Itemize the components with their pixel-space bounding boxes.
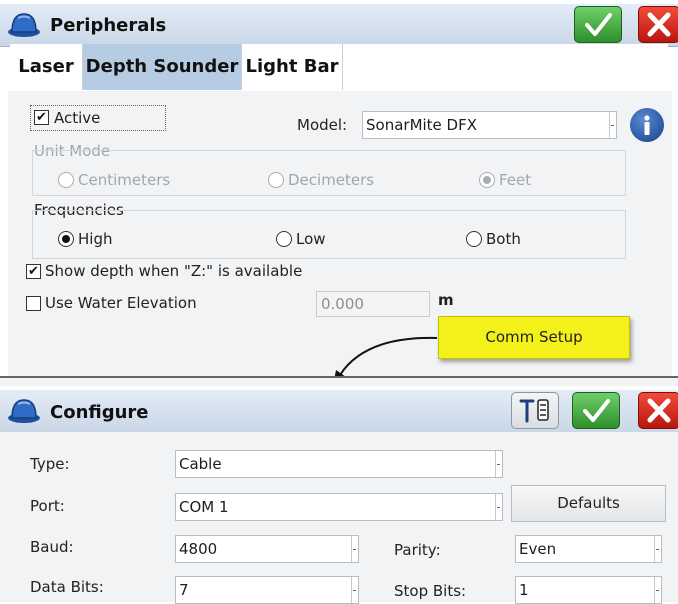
data-bits-select[interactable]: 7 — [175, 576, 359, 604]
type-label: Type: — [30, 455, 70, 473]
water-elevation-label: Use Water Elevation — [45, 294, 197, 312]
parity-label: Parity: — [394, 541, 441, 559]
type-select[interactable]: Cable — [175, 450, 503, 478]
info-button[interactable] — [630, 108, 664, 142]
baud-value: 4800 — [179, 540, 218, 558]
chevron-down-icon — [495, 494, 502, 520]
stop-bits-label: Stop Bits: — [394, 582, 467, 600]
port-value: COM 1 — [179, 498, 229, 516]
water-elevation-input[interactable]: 0.000 — [316, 291, 430, 317]
configure-close-button[interactable] — [638, 392, 678, 429]
type-value: Cable — [179, 455, 222, 473]
data-bits-label: Data Bits: — [30, 578, 104, 596]
configure-title: Configure — [50, 402, 149, 423]
model-value: SonarMite DFX — [366, 116, 478, 134]
close-button[interactable] — [638, 6, 678, 43]
baud-select[interactable]: 4800 — [175, 535, 359, 563]
close-icon — [647, 398, 671, 423]
frequencies-group — [32, 210, 626, 259]
checkmark-icon: ✔ — [36, 110, 47, 125]
high-label: High — [78, 230, 113, 248]
ok-button[interactable] — [574, 6, 622, 43]
parity-select[interactable]: Even — [515, 535, 662, 563]
baud-label: Baud: — [30, 538, 74, 556]
peripherals-titlebar: Peripherals — [0, 4, 678, 47]
centimeters-label: Centimeters — [78, 171, 171, 189]
model-label: Model: — [297, 116, 348, 134]
checkmark-icon — [585, 13, 612, 36]
checkmark-icon — [583, 399, 610, 422]
separator — [0, 376, 678, 386]
decimeters-label: Decimeters — [288, 171, 375, 189]
chevron-down-icon — [609, 112, 616, 138]
active-label: Active — [54, 109, 101, 127]
both-label: Both — [486, 230, 521, 248]
configure-titlebar: Configure — [0, 390, 678, 433]
stop-bits-value: 1 — [519, 581, 529, 599]
chevron-down-icon — [495, 451, 502, 477]
chevron-down-icon — [351, 577, 358, 603]
stop-bits-select[interactable]: 1 — [515, 576, 662, 604]
model-select[interactable]: SonarMite DFX — [362, 111, 617, 139]
chevron-down-icon — [654, 536, 661, 562]
data-bits-value: 7 — [179, 581, 189, 599]
parity-value: Even — [519, 540, 557, 558]
configure-ok-button[interactable] — [572, 392, 620, 429]
instrument-icon — [519, 399, 549, 423]
active-checkbox[interactable]: ✔ Active — [30, 105, 166, 131]
close-icon — [647, 12, 671, 37]
tab-laser[interactable]: Laser — [10, 44, 82, 90]
feet-label: Feet — [499, 171, 532, 189]
defaults-button[interactable]: Defaults — [511, 485, 666, 522]
port-select[interactable]: COM 1 — [175, 493, 503, 521]
low-label: Low — [296, 230, 326, 248]
hard-hat-icon — [8, 13, 40, 37]
comm-setup-button[interactable]: Comm Setup — [438, 316, 630, 359]
tab-strip: Laser Depth Sounder Light Bar — [10, 44, 668, 92]
port-label: Port: — [30, 497, 65, 515]
instrument-button[interactable] — [511, 392, 559, 429]
page-title: Peripherals — [50, 15, 167, 36]
checkmark-icon: ✔ — [28, 264, 39, 279]
chevron-down-icon — [654, 577, 661, 603]
info-icon — [644, 115, 650, 135]
tab-light-bar[interactable]: Light Bar — [242, 44, 342, 90]
active-checkbox-box[interactable]: ✔ — [34, 110, 49, 125]
tab-depth-sounder[interactable]: Depth Sounder — [83, 44, 241, 90]
chevron-down-icon — [351, 536, 358, 562]
hard-hat-icon — [8, 399, 40, 423]
water-elevation-unit: m — [438, 291, 454, 309]
show-depth-label: Show depth when "Z:" is available — [45, 262, 303, 280]
